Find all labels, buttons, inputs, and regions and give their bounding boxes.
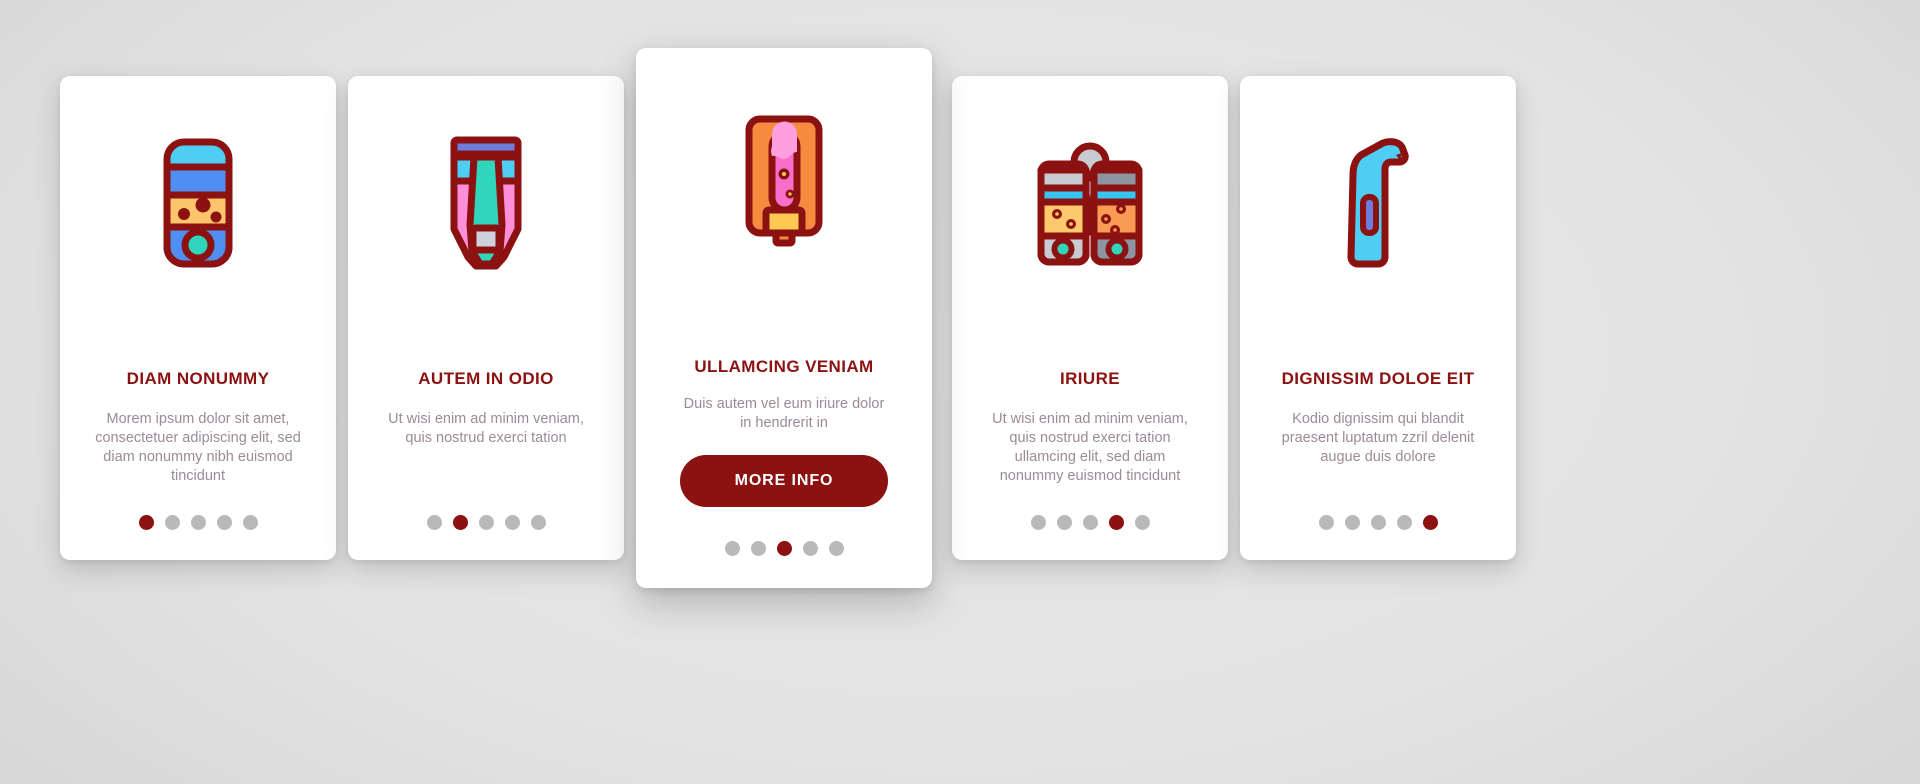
card-title: IRIURE [1059, 369, 1121, 388]
more-info-button[interactable]: MORE INFO [680, 455, 888, 508]
pagination-dot[interactable] [1344, 515, 1360, 530]
pagination-dot[interactable] [1134, 515, 1150, 530]
onboarding-card-2[interactable]: AUTEM IN ODIO Ut wisi enim ad minim veni… [348, 76, 624, 560]
spray-bottle-icon [1339, 128, 1417, 278]
card-title: AUTEM IN ODIO [418, 369, 554, 388]
lava-lamp-bottle-icon [160, 128, 236, 278]
onboarding-screens-stage: DIAM NONUMMY Morem ipsum dolor sit amet,… [0, 0, 1920, 784]
card-description: Kodio dignissim qui blandit praesent lup… [1281, 411, 1475, 466]
onboarding-card-4[interactable]: IRIURE Ut wisi enim ad minim veniam, qui… [952, 76, 1228, 560]
pagination-dot[interactable] [828, 541, 844, 556]
pagination-dot[interactable] [242, 515, 258, 530]
pagination-dot[interactable] [1318, 515, 1334, 530]
onboarding-card-5[interactable]: DIGNISSIM DOLOE EIT Kodio dignissim qui … [1240, 76, 1516, 560]
pink-teal-bottle-icon [444, 128, 528, 278]
pagination-dots[interactable] [60, 515, 336, 530]
pagination-dot[interactable] [776, 541, 792, 556]
pagination-dot[interactable] [426, 515, 442, 530]
pagination-dot[interactable] [1370, 515, 1386, 530]
pagination-dot[interactable] [724, 541, 740, 556]
pagination-dot[interactable] [138, 515, 154, 530]
pagination-dot[interactable] [1108, 515, 1124, 530]
onboarding-card-1[interactable]: DIAM NONUMMY Morem ipsum dolor sit amet,… [60, 76, 336, 560]
pagination-dots[interactable] [636, 541, 932, 556]
pagination-dot[interactable] [802, 541, 818, 556]
card-description: Ut wisi enim ad minim veniam, quis nostr… [992, 411, 1188, 485]
pagination-dots[interactable] [348, 515, 624, 530]
pagination-dot[interactable] [1056, 515, 1072, 530]
pagination-dots[interactable] [952, 515, 1228, 530]
pagination-dots[interactable] [1240, 515, 1516, 530]
pagination-dot[interactable] [164, 515, 180, 530]
pagination-dot[interactable] [1030, 515, 1046, 530]
card-title: DIGNISSIM DOLOE EIT [1281, 369, 1475, 388]
pagination-dot[interactable] [750, 541, 766, 556]
pagination-dot[interactable] [190, 515, 206, 530]
orange-soap-dispenser-icon [738, 106, 830, 262]
card-title: ULLAMCING VENIAM [694, 357, 874, 376]
pagination-dot[interactable] [1082, 515, 1098, 530]
pagination-dot[interactable] [452, 515, 468, 530]
card-description: Duis autem vel eum iriure dolor in hendr… [683, 396, 885, 432]
card-title: DIAM NONUMMY [126, 369, 270, 388]
pagination-dot[interactable] [478, 515, 494, 530]
pagination-dot[interactable] [1396, 515, 1412, 530]
pagination-dot[interactable] [530, 515, 546, 530]
pagination-dot[interactable] [504, 515, 520, 530]
card-description: Ut wisi enim ad minim veniam, quis nostr… [388, 411, 584, 447]
pagination-dot[interactable] [1422, 515, 1438, 530]
card-description: Morem ipsum dolor sit amet, consectetuer… [95, 411, 301, 485]
onboarding-card-3[interactable]: ULLAMCING VENIAM Duis autem vel eum iriu… [636, 48, 932, 588]
pagination-dot[interactable] [216, 515, 232, 530]
two-bottles-spoon-icon [1032, 128, 1148, 278]
